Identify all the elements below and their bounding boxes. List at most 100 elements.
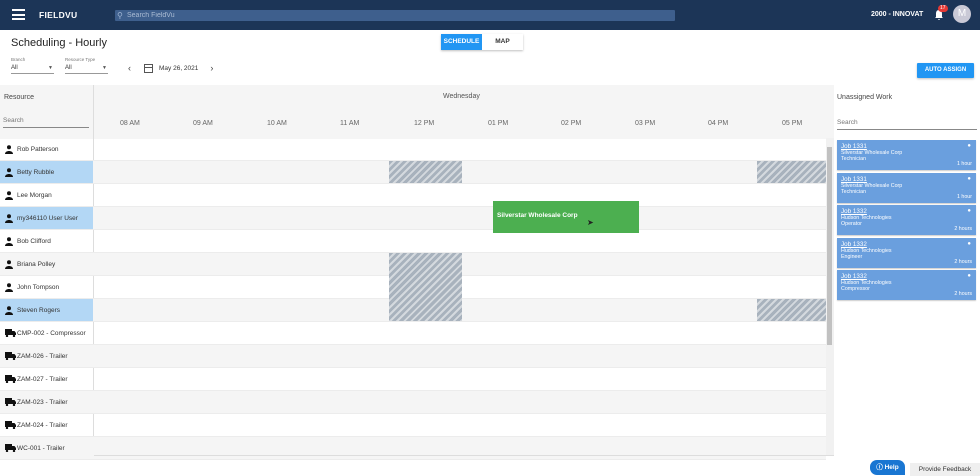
unavailable-block	[389, 253, 462, 321]
unassigned-search-input[interactable]	[837, 119, 975, 126]
truck-icon	[5, 444, 17, 452]
resource-row[interactable]: Lee Morgan	[0, 184, 826, 207]
hour-label: 05 PM	[782, 120, 803, 127]
resource-name: Steven Rogers	[17, 306, 60, 314]
search-icon: ⚲	[117, 11, 123, 20]
location-pin-icon[interactable]: ●	[967, 208, 971, 214]
job-duration: 1 hour	[956, 161, 972, 167]
grid-bottom-border	[94, 455, 834, 456]
job-role: Engineer	[841, 254, 863, 260]
hour-label: 03 PM	[635, 120, 656, 127]
person-icon	[5, 190, 17, 200]
location-pin-icon[interactable]: ●	[967, 176, 971, 182]
page-title: Scheduling - Hourly	[11, 37, 107, 49]
schedule-header-bg	[0, 85, 834, 139]
resource-row[interactable]: CMP-002 - Compressor	[0, 322, 826, 345]
scheduled-event[interactable]: Silverstar Wholesale Corp	[493, 201, 639, 233]
cursor-icon: ➤	[587, 218, 594, 227]
unassigned-search[interactable]	[837, 117, 977, 130]
global-search-input[interactable]	[127, 12, 647, 19]
truck-icon	[5, 375, 17, 383]
hour-label: 11 AM	[340, 120, 360, 127]
brand-logo[interactable]: FIELDVU	[39, 10, 77, 20]
person-icon	[5, 213, 17, 223]
branch-value: All	[11, 65, 18, 71]
chevron-right-icon[interactable]: ›	[210, 63, 220, 73]
job-role: Operator	[841, 221, 862, 227]
hour-label: 08 AM	[120, 120, 140, 127]
company-selector[interactable]: 2000 - INNOVAT	[871, 11, 923, 18]
job-title-link[interactable]: Job 1331	[841, 176, 972, 183]
resource-row[interactable]: my346110 User User	[0, 207, 826, 230]
resource-name: WC-001 - Trailer	[17, 444, 65, 452]
resource-name: Betty Rubble	[17, 168, 55, 176]
hour-label: 02 PM	[561, 120, 582, 127]
resource-row[interactable]: ZAM-026 - Trailer	[0, 345, 826, 368]
resource-search-input[interactable]	[3, 117, 89, 124]
job-title-link[interactable]: Job 1332	[841, 273, 972, 280]
hour-label: 01 PM	[488, 120, 509, 127]
person-icon	[5, 144, 17, 154]
unavailable-block	[757, 299, 826, 321]
job-title-link[interactable]: Job 1332	[841, 208, 972, 215]
user-avatar[interactable]: M	[953, 5, 971, 23]
auto-assign-button[interactable]: AUTO ASSIGN	[917, 63, 974, 78]
resource-row[interactable]: ZAM-023 - Trailer	[0, 391, 826, 414]
branch-select[interactable]: Branch All ▼	[11, 57, 54, 74]
hour-label: 09 AM	[193, 120, 213, 127]
selected-date[interactable]: May 26, 2021	[159, 65, 198, 72]
schedule-view-button[interactable]: SCHEDULE	[441, 34, 482, 50]
resource-name: CMP-002 - Compressor	[17, 329, 86, 337]
menu-icon[interactable]	[12, 9, 25, 20]
scrollbar-thumb[interactable]	[827, 147, 832, 345]
location-pin-icon[interactable]: ●	[967, 143, 971, 149]
global-search[interactable]: ⚲	[115, 10, 675, 21]
map-view-button[interactable]: MAP	[482, 34, 523, 50]
job-card[interactable]: Job 1332 Hudson Technologies Engineer ● …	[837, 238, 976, 268]
resource-name: my346110 User User	[17, 214, 78, 222]
job-role: Technician	[841, 189, 867, 195]
truck-icon	[5, 352, 17, 360]
location-pin-icon[interactable]: ●	[967, 273, 971, 279]
resource-name: ZAM-023 - Trailer	[17, 398, 68, 406]
resource-search[interactable]	[3, 115, 89, 128]
resource-row[interactable]: WC-001 - Trailer	[0, 437, 826, 460]
resource-name: Briana Polley	[17, 260, 56, 268]
resource-type-select[interactable]: Resource Type All ▼	[65, 57, 108, 74]
chevron-down-icon: ▼	[102, 65, 107, 71]
resource-type-value: All	[65, 65, 72, 71]
location-pin-icon[interactable]: ●	[967, 241, 971, 247]
job-card[interactable]: Job 1331 Silverstar Wholesale Corp Techn…	[837, 140, 976, 170]
chevron-left-icon[interactable]: ‹	[128, 63, 138, 73]
resource-row[interactable]: ZAM-024 - Trailer	[0, 414, 826, 437]
resource-type-label: Resource Type	[65, 57, 96, 62]
resource-row[interactable]: Rob Patterson	[0, 138, 826, 161]
resource-row[interactable]: ZAM-027 - Trailer	[0, 368, 826, 391]
job-duration: 1 hour	[956, 194, 972, 200]
resource-name: Lee Morgan	[17, 191, 52, 199]
hour-label: 12 PM	[414, 120, 435, 127]
date-navigator: ‹ May 26, 2021 ›	[128, 63, 220, 73]
job-title-link[interactable]: Job 1331	[841, 143, 972, 150]
calendar-icon[interactable]	[144, 63, 153, 73]
resource-name: John Tompson	[17, 283, 60, 291]
person-icon	[5, 305, 17, 315]
job-card[interactable]: Job 1332 Hudson Technologies Compressor …	[837, 270, 976, 300]
resource-row[interactable]: Bob Clifford	[0, 230, 826, 253]
person-icon	[5, 167, 17, 177]
job-role: Compressor	[841, 286, 870, 292]
job-card[interactable]: Job 1332 Hudson Technologies Operator ● …	[837, 205, 976, 235]
hour-label: 04 PM	[708, 120, 729, 127]
notification-bell-icon[interactable]: 17	[934, 5, 948, 21]
job-card[interactable]: Job 1331 Silverstar Wholesale Corp Techn…	[837, 173, 976, 203]
help-button[interactable]: ⓘ Help	[870, 460, 905, 475]
job-duration: 2 hours	[954, 259, 972, 265]
branch-label: Branch	[11, 57, 26, 62]
day-label: Wednesday	[443, 93, 480, 100]
provide-feedback-button[interactable]: Provide Feedback	[910, 463, 980, 476]
top-bar: FIELDVU ⚲ 2000 - INNOVAT 17 M	[0, 0, 980, 30]
resource-name: ZAM-024 - Trailer	[17, 421, 68, 429]
job-title-link[interactable]: Job 1332	[841, 241, 972, 248]
unavailable-block	[389, 161, 462, 183]
resource-name: ZAM-027 - Trailer	[17, 375, 68, 383]
